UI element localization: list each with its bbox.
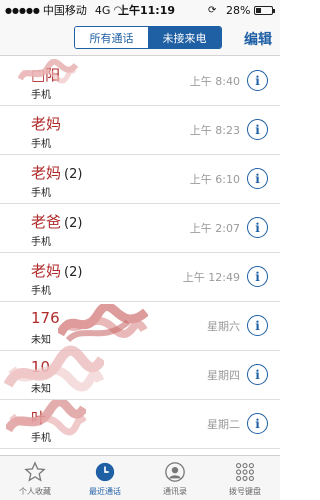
tab-keypad[interactable]: 拨号键盘 bbox=[210, 456, 280, 500]
tab-favorites[interactable]: 个人收藏 bbox=[0, 456, 70, 500]
caller-name: 老妈 bbox=[31, 115, 62, 133]
call-time: 上午 12:49 bbox=[182, 271, 240, 284]
carrier-name: 中国移动 bbox=[42, 4, 87, 17]
caller-name: 10 bbox=[31, 358, 51, 376]
caller-name: □阳 bbox=[31, 66, 61, 84]
redaction-scribble bbox=[58, 304, 148, 343]
list-item[interactable]: 10 未知 星期四 i bbox=[0, 345, 280, 400]
info-icon[interactable]: i bbox=[247, 266, 268, 287]
caller-number-type: 手机 bbox=[31, 90, 51, 101]
status-bar: ●●●●● 中国移动 4G ◠ 上午11:19 ⟳ 28% bbox=[0, 0, 280, 20]
signal-strength-icon: ●●●●● bbox=[5, 5, 40, 15]
tab-label: 通讯录 bbox=[163, 487, 187, 496]
tab-label: 个人收藏 bbox=[19, 487, 51, 496]
caller-name: 176 bbox=[31, 309, 60, 327]
redaction-scribble bbox=[4, 345, 104, 392]
segment-missed-calls[interactable]: 未接来电 bbox=[148, 27, 221, 48]
caller-number-type: 未知 bbox=[31, 384, 51, 395]
caller-name: 叶 bbox=[31, 409, 47, 427]
list-item[interactable]: 叶 手机 星期二 i bbox=[0, 400, 280, 449]
call-time: 上午 8:23 bbox=[189, 124, 240, 137]
list-item[interactable]: 老妈 (2) 手机 上午 12:49 i bbox=[0, 253, 280, 302]
caller-number-type: 手机 bbox=[31, 237, 51, 248]
caller-number-type: 手机 bbox=[31, 433, 51, 444]
caller-name: 老妈 (2) bbox=[31, 262, 83, 280]
call-time: 星期六 bbox=[207, 320, 240, 333]
list-item[interactable]: 老爸 (2) 手机 上午 2:07 i bbox=[0, 204, 280, 253]
tab-label: 拨号键盘 bbox=[229, 487, 261, 496]
network-type: 4G bbox=[94, 3, 111, 17]
call-time: 上午 6:10 bbox=[189, 173, 240, 186]
info-icon[interactable]: i bbox=[247, 413, 268, 434]
call-filter-segmented-control: 所有通话 未接来电 bbox=[74, 26, 222, 49]
info-icon[interactable]: i bbox=[247, 315, 268, 336]
star-icon bbox=[24, 460, 46, 484]
caller-name: 老爸 (2) bbox=[31, 213, 83, 231]
caller-number-type: 手机 bbox=[31, 286, 51, 297]
list-item[interactable]: 老妈 (2) 手机 上午 6:10 i bbox=[0, 155, 280, 204]
missed-calls-list: □阳 手机 上午 8:40 i 老妈 手机 上午 8:23 i 老妈 (2) 手机… bbox=[0, 57, 280, 449]
tab-contacts[interactable]: 通讯录 bbox=[140, 456, 210, 500]
edit-button[interactable]: 编辑 bbox=[244, 29, 272, 49]
battery-icon bbox=[254, 6, 275, 15]
info-icon[interactable]: i bbox=[247, 217, 268, 238]
caller-number-type: 手机 bbox=[31, 188, 51, 199]
tab-recents[interactable]: 最近通话 bbox=[70, 456, 140, 500]
caller-number-type: 未知 bbox=[31, 335, 51, 346]
list-item[interactable]: 老妈 手机 上午 8:23 i bbox=[0, 106, 280, 155]
nav-bar: 所有通话 未接来电 编辑 bbox=[0, 20, 280, 56]
tab-label: 最近通话 bbox=[89, 487, 121, 496]
list-item[interactable]: □阳 手机 上午 8:40 i bbox=[0, 57, 280, 106]
info-icon[interactable]: i bbox=[247, 364, 268, 385]
clock-icon bbox=[94, 460, 116, 484]
caller-name: 老妈 (2) bbox=[31, 164, 83, 182]
info-icon[interactable]: i bbox=[247, 168, 268, 189]
segment-all-calls[interactable]: 所有通话 bbox=[75, 27, 148, 48]
tab-bar: 个人收藏 最近通话 通讯录 拨号键盘 bbox=[0, 455, 280, 500]
call-time: 星期二 bbox=[207, 418, 240, 431]
status-time: 上午11:19 bbox=[118, 4, 176, 17]
call-time: 星期四 bbox=[207, 369, 240, 382]
info-icon[interactable]: i bbox=[247, 70, 268, 91]
keypad-icon bbox=[234, 460, 256, 484]
orientation-lock-icon: ⟳ bbox=[208, 4, 217, 16]
info-icon[interactable]: i bbox=[247, 119, 268, 140]
call-time: 上午 2:07 bbox=[189, 222, 240, 235]
call-time: 上午 8:40 bbox=[189, 75, 240, 88]
caller-number-type: 手机 bbox=[31, 139, 51, 150]
list-item[interactable]: 176 未知 星期六 i bbox=[0, 302, 280, 351]
contact-icon bbox=[164, 460, 186, 484]
battery-percent: 28% bbox=[226, 3, 251, 17]
